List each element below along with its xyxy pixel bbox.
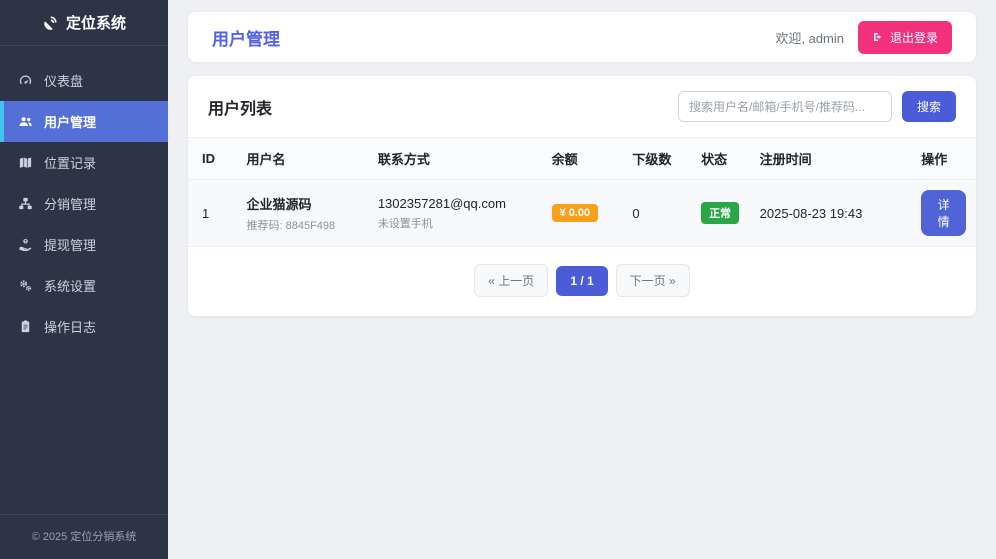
app-title: 定位系统 <box>65 15 126 32</box>
column-header-balance: 余额 <box>541 137 623 180</box>
cell-actions: 详情 <box>911 179 976 247</box>
cell-contact: 1302357281@qq.com 未设置手机 <box>367 179 542 247</box>
logout-label: 退出登录 <box>889 30 938 45</box>
column-header-registered: 注册时间 <box>749 137 912 180</box>
topbar-right: 欢迎, admin 退出登录 <box>775 20 952 54</box>
sidebar-item-settings[interactable]: 系统设置 <box>0 265 168 306</box>
panel-header: 用户列表 搜索 <box>188 76 976 137</box>
sitemap-icon <box>19 197 32 210</box>
detail-button[interactable]: 详情 <box>921 190 966 236</box>
cell-subordinates: 0 <box>622 179 692 247</box>
search-button[interactable]: 搜索 <box>901 91 956 122</box>
dashboard-icon <box>19 75 32 85</box>
sidebar-item-label: 操作日志 <box>44 320 97 335</box>
cell-registered: 2025-08-23 19:43 <box>749 179 912 247</box>
next-page-button[interactable]: 下一页 » <box>615 264 690 297</box>
cell-id: 1 <box>188 179 237 247</box>
withdraw-icon <box>19 239 32 251</box>
column-header-subordinates: 下级数 <box>622 137 692 180</box>
column-header-contact: 联系方式 <box>367 137 542 180</box>
referral-code-text: 推荐码: 8845F498 <box>246 219 336 232</box>
sidebar-item-distribution[interactable]: 分销管理 <box>0 183 168 224</box>
sidebar-item-users[interactable]: 用户管理 <box>0 101 168 142</box>
topbar: 用户管理 欢迎, admin 退出登录 <box>188 12 976 62</box>
logout-icon <box>873 33 881 41</box>
sidebar-item-locations[interactable]: 位置记录 <box>0 142 168 183</box>
sidebar-footer: © 2025 定位分销系统 <box>0 514 168 559</box>
sidebar-item-logs[interactable]: 操作日志 <box>0 306 168 347</box>
sidebar-item-label: 提现管理 <box>44 238 97 253</box>
sidebar-item-label: 仪表盘 <box>44 74 84 89</box>
logs-icon <box>21 320 30 333</box>
pagination: « 上一页 1 / 1 下一页 » <box>188 247 976 316</box>
user-list-panel: 用户列表 搜索 ID 用户名 联系方式 余额 下级数 状态 注册时间 操作 <box>188 76 976 316</box>
column-header-status: 状态 <box>691 137 750 180</box>
table-header-row: ID 用户名 联系方式 余额 下级数 状态 注册时间 操作 <box>188 137 976 180</box>
column-header-username: 用户名 <box>236 137 368 180</box>
status-badge: 正常 <box>701 202 740 224</box>
sidebar-item-label: 位置记录 <box>44 156 97 171</box>
search-area: 搜索 <box>677 91 956 122</box>
sidebar: 定位系统 仪表盘 用户管理 位置记录 分销管理 提现管理 系统设置 操作日志 ©… <box>0 0 168 559</box>
cell-status: 正常 <box>691 179 750 247</box>
sidebar-item-dashboard[interactable]: 仪表盘 <box>0 60 168 101</box>
balance-badge: ¥ 0.00 <box>551 204 599 222</box>
settings-icon <box>20 280 32 291</box>
column-header-actions: 操作 <box>911 137 976 180</box>
main-content: 用户管理 欢迎, admin 退出登录 用户列表 搜索 ID <box>168 0 996 559</box>
panel-title: 用户列表 <box>208 100 273 118</box>
cell-balance: ¥ 0.00 <box>541 179 623 247</box>
satellite-dish-icon <box>44 16 57 30</box>
email-text: 1302357281@qq.com <box>377 195 506 211</box>
table-row: 1 企业猫源码 推荐码: 8845F498 1302357281@qq.com … <box>188 179 976 247</box>
logout-button[interactable]: 退出登录 <box>857 20 952 54</box>
prev-page-button[interactable]: « 上一页 <box>474 264 549 297</box>
sidebar-item-label: 分销管理 <box>44 197 97 212</box>
users-table: ID 用户名 联系方式 余额 下级数 状态 注册时间 操作 1 企业猫源码 推荐… <box>188 137 976 247</box>
username-text: 企业猫源码 <box>246 196 312 212</box>
phone-text: 未设置手机 <box>377 217 433 230</box>
cell-username: 企业猫源码 推荐码: 8845F498 <box>236 179 368 247</box>
map-icon <box>19 157 32 168</box>
column-header-id: ID <box>188 137 237 180</box>
sidebar-item-label: 用户管理 <box>44 115 97 130</box>
sidebar-item-withdrawals[interactable]: 提现管理 <box>0 224 168 265</box>
users-icon <box>19 117 32 126</box>
current-page-indicator[interactable]: 1 / 1 <box>556 265 608 296</box>
welcome-text: 欢迎, admin <box>775 30 844 46</box>
search-input[interactable] <box>677 91 892 122</box>
page-title: 用户管理 <box>212 29 280 49</box>
sidebar-nav: 仪表盘 用户管理 位置记录 分销管理 提现管理 系统设置 操作日志 <box>0 60 168 347</box>
app-logo: 定位系统 <box>0 0 168 46</box>
sidebar-item-label: 系统设置 <box>44 279 97 294</box>
